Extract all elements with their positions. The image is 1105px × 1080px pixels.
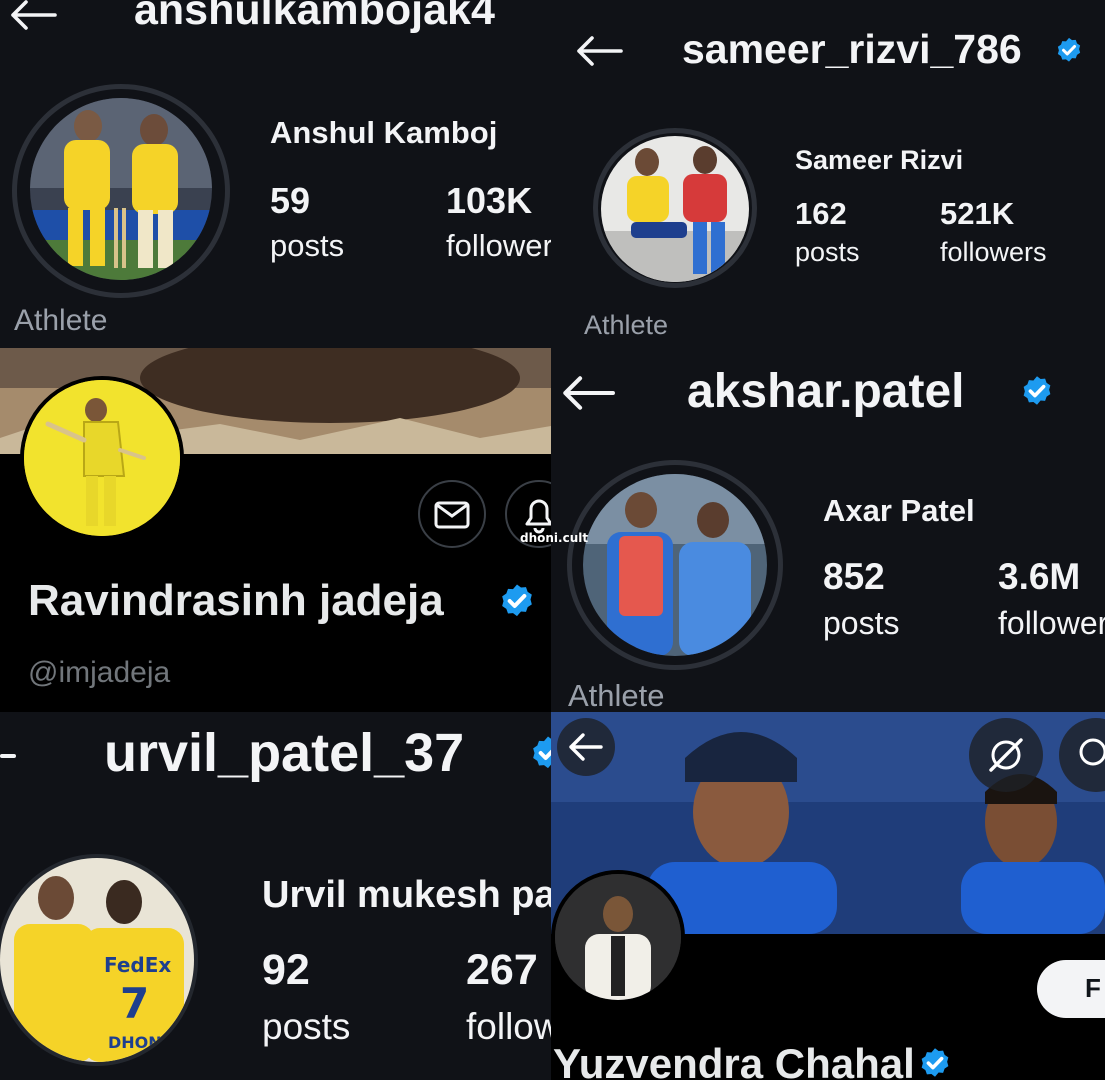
posts-label: posts xyxy=(262,1006,351,1047)
profile-category: Athlete xyxy=(568,678,665,712)
profile-panel-axar: akshar.patel Axar Patel 852 posts 3.6M f… xyxy=(551,348,1105,712)
posts-count: 162 xyxy=(795,196,847,231)
posts-count: 59 xyxy=(270,180,311,221)
posts-label: posts xyxy=(270,228,345,263)
avatar[interactable] xyxy=(551,870,685,1004)
back-button[interactable] xyxy=(557,718,615,776)
profile-panel-sameer: sameer_rizvi_786 Sameer Rizvi 162 posts … xyxy=(551,0,1105,348)
profile-display-name: Yuzvendra Chahal xyxy=(553,1040,915,1080)
profile-display-name: Sameer Rizvi xyxy=(795,145,964,175)
verified-badge-icon xyxy=(528,734,551,774)
follow-button-label: F xyxy=(1085,973,1101,1003)
avatar-photo xyxy=(30,98,212,280)
profile-display-name: Axar Patel xyxy=(823,493,975,528)
posts-count: 92 xyxy=(262,946,310,994)
profile-panel-jadeja: Ravindrasinh jadeja @imjadeja xyxy=(0,348,551,712)
profile-username: akshar.patel xyxy=(687,365,965,418)
back-arrow-icon[interactable] xyxy=(6,0,60,30)
mail-icon xyxy=(434,501,470,529)
profile-username: sameer_rizvi_786 xyxy=(682,26,1022,72)
search-button[interactable] xyxy=(1059,718,1105,792)
verified-badge-icon xyxy=(497,582,537,622)
svg-text:7: 7 xyxy=(120,979,149,1028)
search-icon xyxy=(1079,738,1105,766)
grok-icon xyxy=(989,738,1023,772)
back-arrow-icon[interactable] xyxy=(559,376,617,410)
avatar[interactable] xyxy=(20,376,184,540)
posts-label: posts xyxy=(823,605,900,641)
posts-label: posts xyxy=(795,237,860,267)
verified-badge-icon xyxy=(917,1046,953,1080)
followers-label[interactable]: followers xyxy=(998,605,1105,642)
followers-label[interactable]: followers xyxy=(446,228,551,264)
avatar[interactable] xyxy=(583,474,767,656)
verified-badge-icon xyxy=(1019,374,1055,410)
profile-panel-chahal: F Yuzvendra Chahal xyxy=(551,712,1105,1080)
avatar-photo xyxy=(583,474,767,656)
partial-back-arrow xyxy=(0,754,16,758)
grok-button[interactable] xyxy=(969,718,1043,792)
back-arrow-icon[interactable] xyxy=(575,36,623,66)
watermark: dhoni.cult xyxy=(520,531,589,545)
avatar-photo: FedEx 7 DHONI xyxy=(0,858,194,1062)
avatar-photo xyxy=(24,380,180,536)
followers-count[interactable]: 3.6M xyxy=(998,556,1080,598)
follow-button[interactable]: F xyxy=(1037,960,1105,1018)
profile-display-name: Anshul Kamboj xyxy=(270,115,498,150)
profile-category: Athlete xyxy=(14,304,108,337)
avatar[interactable]: FedEx 7 DHONI xyxy=(0,858,194,1062)
avatar-photo xyxy=(555,874,681,1000)
profile-username: anshulkambojak4 xyxy=(134,0,495,34)
profile-panel-urvil: urvil_patel_37 FedEx 7 DHONI Urvil mukes… xyxy=(0,712,551,1080)
profile-category: Athlete xyxy=(584,310,669,340)
profile-handle: @imjadeja xyxy=(28,656,171,689)
followers-label[interactable]: followers xyxy=(940,237,1047,268)
profile-username: urvil_patel_37 xyxy=(104,723,465,783)
back-arrow-icon xyxy=(569,733,603,761)
followers-count[interactable]: 103K xyxy=(446,180,532,222)
profile-panel-anshul: anshulkambojak4 Anshul Kamboj 59 posts 1… xyxy=(0,0,551,348)
followers-count[interactable]: 521K xyxy=(940,196,1014,232)
avatar[interactable] xyxy=(601,136,749,282)
followers-label[interactable]: followers xyxy=(466,1006,551,1048)
profile-display-name: Urvil mukesh pa xyxy=(262,874,551,916)
avatar-photo xyxy=(601,136,749,282)
svg-text:FedEx: FedEx xyxy=(104,953,171,977)
message-button[interactable] xyxy=(418,480,486,548)
verified-badge-icon xyxy=(1054,36,1084,66)
avatar[interactable] xyxy=(30,98,212,280)
posts-count: 852 xyxy=(823,556,885,597)
followers-count[interactable]: 267 xyxy=(466,946,538,995)
profile-display-name: Ravindrasinh jadeja xyxy=(28,576,444,625)
